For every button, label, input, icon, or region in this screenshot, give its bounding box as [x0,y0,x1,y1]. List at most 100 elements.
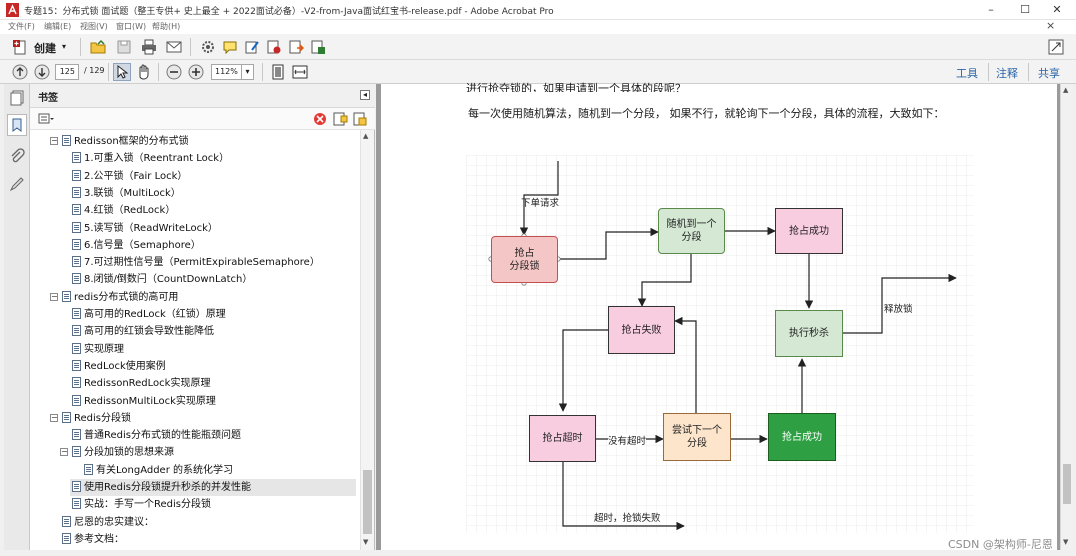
email-icon[interactable] [166,39,182,55]
previous-page-icon[interactable] [12,64,28,80]
bookmark-options-icon[interactable] [38,111,54,127]
zoom-level-select[interactable]: 112% [211,64,243,80]
bookmark-item[interactable]: 2.公平锁（Fair Lock） [72,168,187,185]
bookmark-label: Redis分段锁 [74,412,131,424]
hand-tool-icon[interactable] [136,64,152,80]
label-timeout-fail: 超时，抢锁失败 [594,513,661,524]
create-button[interactable]: 创建 [34,40,56,56]
comment-bubble-icon[interactable] [222,39,238,55]
menu-window[interactable]: 窗口(W) [116,21,146,32]
close-button[interactable]: ✕ [1042,2,1072,18]
bookmark-item[interactable]: 6.信号量（Semaphore） [72,237,201,254]
bookmark-item[interactable]: 普通Redis分布式锁的性能瓶颈问题 [72,427,241,444]
tools-link[interactable]: 工具 [956,65,978,81]
bookmark-item[interactable]: RedissonRedLock实现原理 [72,375,210,392]
scroll-up-icon[interactable]: ▲ [363,132,368,140]
bookmark-item[interactable]: 实战：手写一个Redis分段锁 [72,496,211,513]
zoom-out-icon[interactable] [166,64,182,80]
bookmark-label: 分段加锁的思想来源 [84,447,174,459]
sign-pen-icon[interactable] [244,39,260,55]
bookmark-label: 实现原理 [84,343,124,355]
bookmark-item[interactable]: 7.可过期性信号量（PermitExpirableSemaphore） [72,254,320,271]
bookmark-item[interactable]: RedLock使用案例 [72,358,166,375]
bookmark-label: RedissonMultiLock实现原理 [84,395,216,407]
bookmark-item[interactable]: 5.读写锁（ReadWriteLock） [72,220,218,237]
bookmark-page-icon [72,394,81,406]
zoom-in-icon[interactable] [188,64,204,80]
print-icon[interactable] [141,39,157,55]
menu-file[interactable]: 文件(F) [8,21,35,32]
bookmark-item[interactable]: 参考文档： [62,531,124,548]
delete-bookmark-icon[interactable] [312,111,328,127]
collapse-toggle-icon[interactable]: − [50,137,58,145]
collapse-toggle-icon[interactable]: − [60,448,68,457]
menu-edit[interactable]: 编辑(E) [44,21,71,32]
share-link[interactable]: 共享 [1038,65,1060,81]
menu-view[interactable]: 视图(V) [80,21,108,32]
bookmark-item[interactable]: − redis分布式锁的高可用 [50,289,178,306]
settings-gear-icon[interactable] [200,39,216,55]
bookmarks-panel-icon[interactable] [7,114,27,136]
bookmark-item[interactable]: 1.可重入锁（Reentrant Lock） [72,150,229,167]
maximize-button[interactable]: ☐ [1010,2,1040,18]
bookmark-item[interactable]: RedissonMultiLock实现原理 [72,393,216,410]
comment-link[interactable]: 注释 [996,65,1018,81]
next-page-icon[interactable] [34,64,50,80]
scroll-down-icon[interactable]: ▼ [1063,538,1068,546]
create-dropdown-icon[interactable]: ▾ [62,42,66,51]
save-icon[interactable] [116,39,132,55]
bookmark-page-icon [72,308,81,319]
bookmark-item[interactable]: 3.联锁（MultiLock） [72,185,181,202]
toolbar-separator [262,63,263,81]
fit-page-icon[interactable] [270,64,286,80]
node-grab-success-1: 抢占成功 [775,208,843,254]
scrollbar-thumb[interactable] [1063,464,1071,504]
expand-view-icon[interactable] [1048,39,1064,55]
new-bookmark-icon[interactable] [332,111,348,127]
expand-bookmark-icon[interactable] [352,111,368,127]
page-number-input[interactable]: 125 [55,64,79,80]
export-document-icon[interactable] [288,39,304,55]
bookmark-label: 2.公平锁（Fair Lock） [84,170,188,182]
document-scrollbar[interactable]: ▲ ▼ [1060,84,1072,550]
bookmark-item[interactable]: 8.闭锁/倒数闩（CountDownLatch） [72,271,252,288]
scrollbar-thumb[interactable] [363,470,372,534]
bookmark-item[interactable]: 实现原理 [72,341,124,358]
signatures-pen-icon[interactable] [9,176,25,192]
bookmarks-scrollbar[interactable]: ▲ ▼ [360,130,374,550]
bookmark-item[interactable]: − 分段加锁的思想来源 [60,444,174,461]
bookmark-item[interactable]: − Redis分段锁 [50,410,131,427]
scroll-down-icon[interactable]: ▼ [363,538,368,546]
bookmark-item[interactable]: 尼恩的忠实建议： [62,514,154,531]
scroll-up-icon[interactable]: ▲ [1063,86,1068,94]
bookmark-page-icon [62,515,71,527]
open-folder-icon[interactable] [90,39,106,55]
collapse-toggle-icon[interactable]: − [50,413,58,422]
bookmark-item[interactable]: 使用Redis分段锁提升秒杀的并发性能 [70,479,356,496]
bookmark-item[interactable]: 高可用的红锁会导致性能降低 [72,323,214,340]
bookmark-page-icon [72,342,81,354]
secure-document-icon[interactable] [266,39,282,55]
collapse-toggle-icon[interactable]: − [50,292,58,301]
collapse-panel-icon[interactable]: ◂ [360,90,370,100]
bookmark-label: 高可用的RedLock（红锁）原理 [84,309,226,320]
bookmark-item[interactable]: − Redisson框架的分布式锁 [50,133,189,150]
select-cursor-icon[interactable] [113,63,131,81]
bookmark-label: 实战：手写一个Redis分段锁 [84,499,211,511]
attachments-paperclip-icon[interactable] [9,148,25,164]
menu-help[interactable]: 帮助(H) [152,21,180,32]
page-top-text: 进行抢夺锁的，如果申请到一个具体的段呢？ [466,82,686,92]
bookmark-page-icon [62,135,71,146]
bookmark-page-icon [62,532,71,544]
page-thumbnails-icon[interactable] [9,90,25,106]
bookmark-item[interactable]: 4.红锁（RedLock） [72,202,175,219]
form-document-icon[interactable] [310,39,326,55]
fit-width-icon[interactable] [292,64,308,80]
node-grab-fail: 抢占失败 [608,306,675,354]
minimize-button[interactable]: – [976,2,1006,18]
zoom-dropdown-icon[interactable]: ▾ [241,64,254,80]
bookmark-item[interactable]: 高可用的RedLock（红锁）原理 [72,306,226,323]
bookmark-item[interactable]: 有关LongAdder 的系统化学习 [84,462,233,479]
bookmark-label: 有关LongAdder 的系统化学习 [96,464,234,476]
document-close-button[interactable]: × [1046,19,1055,32]
